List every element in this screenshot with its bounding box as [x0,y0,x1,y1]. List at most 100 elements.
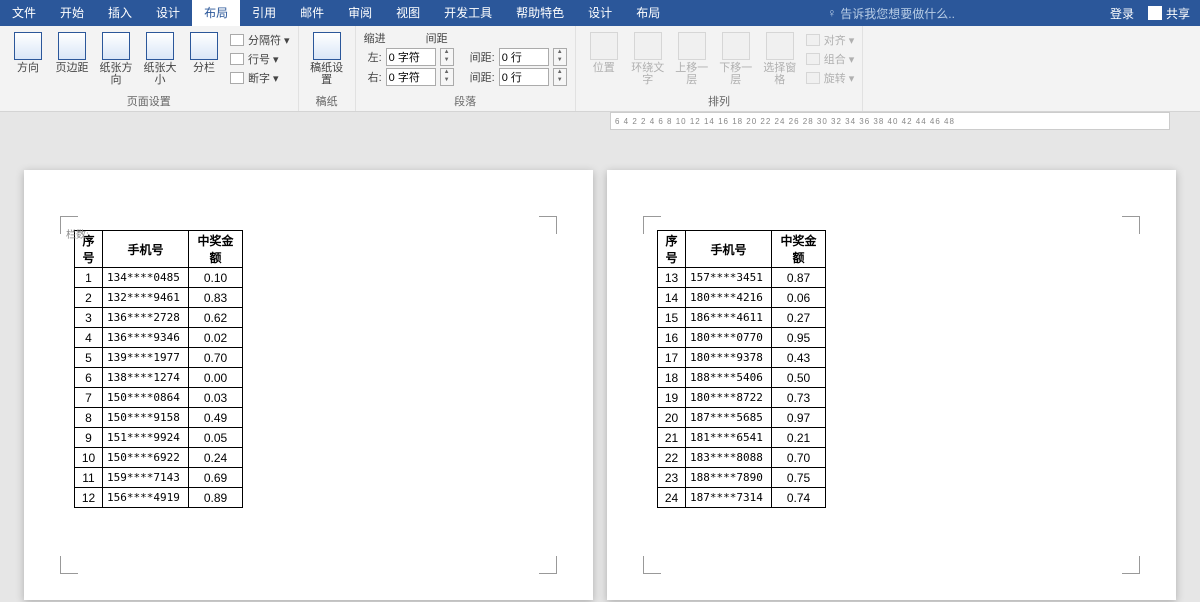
arrange-btn-3[interactable]: 下移一层 [716,30,756,86]
cell-phone: 181****6541 [686,428,772,448]
indent-left-spinner[interactable]: ▲▼ [440,48,454,66]
table-row[interactable]: 24187****73140.74 [658,488,826,508]
menu-tab-11[interactable]: 设计 [576,0,624,26]
page-2[interactable]: 序号手机号中奖金额 13157****34510.8714180****4216… [607,170,1176,600]
cell-amount: 0.49 [189,408,243,428]
ribbon-group-manuscript: 稿纸设置 稿纸 [299,26,356,111]
page-setup-side-1[interactable]: 行号 ▾ [230,51,290,67]
cell-index: 8 [75,408,103,428]
page-1[interactable]: 栏数: 序号手机号中奖金额 1134****04850.102132****94… [24,170,593,600]
table-row[interactable]: 10150****69220.24 [75,448,243,468]
arrange-side-1[interactable]: 组合 ▾ [806,51,855,67]
table-row[interactable]: 18188****54060.50 [658,368,826,388]
data-table-2[interactable]: 序号手机号中奖金额 13157****34510.8714180****4216… [657,230,826,508]
table-row[interactable]: 20187****56850.97 [658,408,826,428]
menu-tab-0[interactable]: 文件 [0,0,48,26]
share-icon [1148,6,1162,20]
menu-tab-1[interactable]: 开始 [48,0,96,26]
cell-index: 4 [75,328,103,348]
page-setup-side-0[interactable]: 分隔符 ▾ [230,32,290,48]
spacing-after-input[interactable] [499,68,549,86]
spacing-before-input[interactable] [499,48,549,66]
arrange-btn-2[interactable]: 上移一层 [672,30,712,86]
share-button[interactable]: 共享 [1148,5,1190,22]
arrange-btn-0[interactable]: 位置 [584,30,624,86]
table-row[interactable]: 5139****19770.70 [75,348,243,368]
page-setup-btn-3[interactable]: 纸张大小 [140,30,180,86]
table-row[interactable]: 6138****12740.00 [75,368,243,388]
table-row[interactable]: 11159****71430.69 [75,468,243,488]
table-row[interactable]: 9151****99240.05 [75,428,243,448]
menu-tab-10[interactable]: 帮助特色 [504,0,576,26]
document-area: 栏数: 序号手机号中奖金额 1134****04850.102132****94… [0,130,1200,600]
cell-index: 17 [658,348,686,368]
table-row[interactable]: 22183****80880.70 [658,448,826,468]
page-setup-btn-0[interactable]: 方向 [8,30,48,86]
mini-icon [806,34,820,46]
cell-amount: 0.43 [772,348,826,368]
table-row[interactable]: 23188****78900.75 [658,468,826,488]
arrange-btn-4[interactable]: 选择窗格 [760,30,800,86]
menu-tab-2[interactable]: 插入 [96,0,144,26]
cell-index: 6 [75,368,103,388]
table-row[interactable]: 2132****94610.83 [75,288,243,308]
indent-left-input[interactable] [386,48,436,66]
menu-tab-12[interactable]: 布局 [624,0,672,26]
cell-amount: 0.70 [772,448,826,468]
cell-amount: 0.05 [189,428,243,448]
login-link[interactable]: 登录 [1110,5,1134,22]
page-setup-btn-4[interactable]: 分栏 [184,30,224,86]
table-row[interactable]: 7150****08640.03 [75,388,243,408]
table-row[interactable]: 8150****91580.49 [75,408,243,428]
indent-right-spinner[interactable]: ▲▼ [440,68,454,86]
page-setup-btn-2[interactable]: 纸张方向 [96,30,136,86]
table-header: 手机号 [103,231,189,268]
table-row[interactable]: 12156****49190.89 [75,488,243,508]
table-row[interactable]: 4136****93460.02 [75,328,243,348]
menu-tab-6[interactable]: 邮件 [288,0,336,26]
arrange-btn-1[interactable]: 环绕文字 [628,30,668,86]
page-setup-side-2[interactable]: 断字 ▾ [230,70,290,86]
table-row[interactable]: 13157****34510.87 [658,268,826,288]
arrange-btn-3-icon [722,32,750,60]
tell-me-search[interactable]: ♀ 告诉我您想要做什么.. [827,5,955,22]
page-setup-btn-1[interactable]: 页边距 [52,30,92,86]
cell-index: 11 [75,468,103,488]
cell-amount: 0.24 [189,448,243,468]
cell-index: 10 [75,448,103,468]
table-row[interactable]: 19180****87220.73 [658,388,826,408]
spacing-after-row: 间距: ▲▼ [466,68,567,86]
table-row[interactable]: 14180****42160.06 [658,288,826,308]
spacing-before-spinner[interactable]: ▲▼ [553,48,567,66]
menu-tab-9[interactable]: 开发工具 [432,0,504,26]
menu-tab-4[interactable]: 布局 [192,0,240,26]
arrange-side-2[interactable]: 旋转 ▾ [806,70,855,86]
crop-mark-icon [643,216,661,234]
menu-tab-7[interactable]: 审阅 [336,0,384,26]
table-row[interactable]: 16180****07700.95 [658,328,826,348]
spacing-after-spinner[interactable]: ▲▼ [553,68,567,86]
table-row[interactable]: 1134****04850.10 [75,268,243,288]
cell-index: 22 [658,448,686,468]
cell-phone: 159****7143 [103,468,189,488]
ruler-ticks: 6 4 2 2 4 6 8 10 12 14 16 18 20 22 24 26… [615,117,955,126]
menu-tab-8[interactable]: 视图 [384,0,432,26]
cell-index: 5 [75,348,103,368]
cell-amount: 0.21 [772,428,826,448]
cell-phone: 188****5406 [686,368,772,388]
table-row[interactable]: 3136****27280.62 [75,308,243,328]
cell-index: 2 [75,288,103,308]
arrange-side-0[interactable]: 对齐 ▾ [806,32,855,48]
manuscript-button[interactable]: 稿纸设置 [307,30,347,86]
page-setup-btn-4-icon [190,32,218,60]
horizontal-ruler[interactable]: 6 4 2 2 4 6 8 10 12 14 16 18 20 22 24 26… [610,112,1170,130]
table-row[interactable]: 21181****65410.21 [658,428,826,448]
indent-right-input[interactable] [386,68,436,86]
cell-index: 14 [658,288,686,308]
menu-tab-5[interactable]: 引用 [240,0,288,26]
data-table-1[interactable]: 序号手机号中奖金额 1134****04850.102132****94610.… [74,230,243,508]
menu-tab-3[interactable]: 设计 [144,0,192,26]
table-row[interactable]: 17180****93780.43 [658,348,826,368]
table-row[interactable]: 15186****46110.27 [658,308,826,328]
cell-amount: 0.27 [772,308,826,328]
